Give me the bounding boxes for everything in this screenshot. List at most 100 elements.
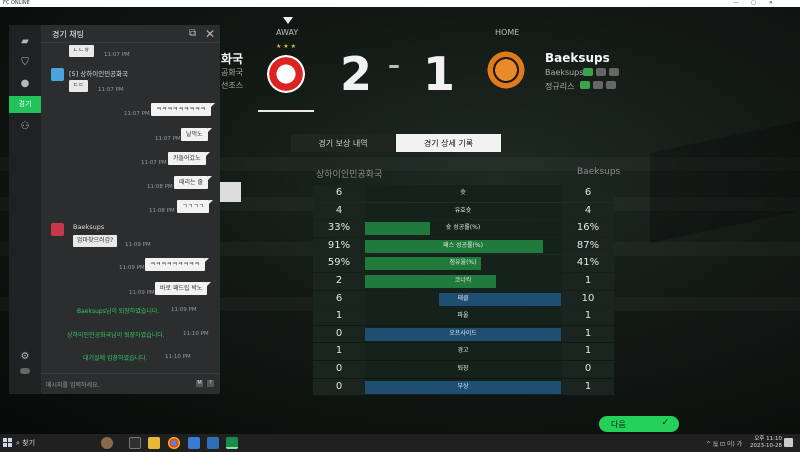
sidebar-item-match[interactable]: 경기 bbox=[9, 96, 41, 113]
tab-match-rewards[interactable]: 경기 보상 내역 bbox=[291, 134, 395, 152]
home-badge-icon bbox=[609, 68, 619, 76]
stat-row: 6 태클 10 bbox=[313, 290, 614, 308]
home-badge-icon bbox=[580, 81, 590, 89]
system-tray[interactable]: ^ 🖫 ⊡ 이) 가 bbox=[706, 439, 742, 450]
stat-row: 59% 점유율(%) 41% bbox=[313, 255, 614, 272]
fc-online-taskbar-icon[interactable] bbox=[226, 437, 238, 449]
edge-icon[interactable] bbox=[188, 437, 200, 449]
chat-header: 경기 채팅 ⧉ ✕ bbox=[41, 25, 220, 43]
chat-message: ㅋㅋㅋㅋㅋㅋㅋㅋㅋ bbox=[145, 258, 209, 271]
chat-message: ㄱㄱㄱㄱ bbox=[177, 200, 214, 213]
chat-time: 11:07 PM bbox=[141, 160, 167, 166]
home-label: HOME bbox=[495, 28, 520, 37]
taskbar-search[interactable]: ⌕ 찾기 bbox=[16, 438, 35, 448]
stat-row: 4 유효슛 4 bbox=[313, 202, 614, 220]
chat-time: 11:07 PM bbox=[124, 111, 150, 117]
stat-label: 경고 bbox=[457, 347, 469, 355]
stat-left-value: 6 bbox=[335, 292, 343, 304]
chat-message: ㅋㅋㅋㅋㅋㅋㅋㅋㅋ bbox=[151, 103, 215, 116]
away-stars: ★ ★ ★ bbox=[276, 43, 296, 50]
toggle-switch[interactable] bbox=[20, 368, 30, 374]
chat-time: 11:09 PM bbox=[119, 265, 145, 271]
user-icon[interactable]: ● bbox=[18, 78, 32, 90]
window-controls: —▢✕ bbox=[733, 0, 786, 6]
stat-right-value: 10 bbox=[581, 292, 595, 304]
stat-label: 유효슛 bbox=[454, 206, 472, 214]
stat-label: 파울 bbox=[457, 312, 469, 320]
home-team-name: Baeksups bbox=[545, 51, 610, 65]
stat-right-value: 16% bbox=[576, 222, 600, 234]
friends-icon[interactable]: ⚇ bbox=[18, 121, 32, 133]
stat-right-value: 1 bbox=[584, 345, 592, 357]
minimize-button[interactable]: — bbox=[733, 0, 751, 6]
stat-label: 퇴장 bbox=[457, 365, 469, 372]
stat-row: 33% 슛 성공률(%) 16% bbox=[313, 220, 614, 237]
stat-right-value: 41% bbox=[576, 257, 600, 269]
check-icon: ✓ bbox=[661, 418, 669, 428]
stat-left-value: 59% bbox=[327, 257, 351, 269]
stat-row: 0 부상 1 bbox=[313, 378, 614, 396]
stat-row: 6 슛 6 bbox=[313, 185, 614, 202]
chat-bubble-icon[interactable]: ▰ bbox=[18, 36, 32, 48]
stat-row: 1 파울 1 bbox=[313, 308, 614, 325]
chat-input-placeholder: 메시지를 입력하세요. bbox=[46, 382, 100, 389]
next-button[interactable]: 다음 ✓ bbox=[599, 416, 679, 432]
close-window-button[interactable]: ✕ bbox=[769, 0, 786, 6]
system-message: 대기실에 입장하였습니다. bbox=[83, 355, 148, 362]
stat-right-value: 1 bbox=[584, 380, 592, 392]
home-badge-icon bbox=[606, 81, 616, 89]
clock-time: 오후 11:10 bbox=[754, 436, 782, 442]
popout-icon[interactable]: ⧉ bbox=[189, 28, 196, 39]
chat-nickname: Baeksups bbox=[73, 223, 105, 231]
stat-label: 오프사이드 bbox=[449, 329, 477, 337]
away-team-sub: 공화국 bbox=[221, 68, 244, 77]
chat-message: 때리는 줄 bbox=[174, 176, 212, 189]
chat-title: 경기 채팅 bbox=[52, 30, 84, 39]
stat-left-value: 6 bbox=[335, 187, 343, 198]
windows-taskbar: ⌕ 찾기 ^ 🖫 ⊡ 이) 가 오후 11:10 2023-10-28 bbox=[0, 434, 800, 452]
stat-left-value: 33% bbox=[327, 222, 351, 234]
windows-start-icon[interactable] bbox=[3, 438, 12, 447]
help-icon[interactable]: ? bbox=[207, 380, 214, 387]
stat-label: 부상 bbox=[457, 382, 469, 390]
chat-time: 11:07 PM bbox=[98, 87, 124, 93]
chat-time: 11:10 PM bbox=[165, 354, 191, 360]
match-chat-panel: ▰ ⛉ ● 경기 ⚇ ⚙ 경기 채팅 ⧉ ✕ ㄴㄴㅎ 11:07 PM [5] … bbox=[9, 25, 220, 394]
close-icon[interactable]: ✕ bbox=[205, 27, 215, 41]
chat-messages: ㄴㄴㅎ 11:07 PM [5] 상하이인민공화국 ㄷㄷ 11:07 PM ㅋㅋ… bbox=[41, 43, 220, 373]
notification-icon[interactable] bbox=[784, 438, 793, 447]
away-team-name: 화국 bbox=[221, 52, 244, 66]
file-explorer-icon[interactable] bbox=[148, 437, 160, 449]
shield-icon[interactable]: ⛉ bbox=[18, 57, 32, 69]
chat-message: 카들어갔노 bbox=[168, 152, 210, 165]
chat-message: ㄴㄴㅎ bbox=[69, 45, 94, 57]
stats-right-team: Baeksups bbox=[577, 167, 621, 177]
tab-match-details[interactable]: 경기 상세 기록 bbox=[396, 134, 501, 152]
app-icon[interactable] bbox=[207, 437, 219, 449]
task-view-icon[interactable] bbox=[129, 437, 141, 449]
stat-right-value: 0 bbox=[584, 363, 592, 374]
stat-label: 코너킥 bbox=[454, 277, 472, 284]
system-message: Baeksups님이 퇴장하였습니다. bbox=[77, 308, 160, 315]
stat-right-value: 1 bbox=[584, 327, 592, 339]
maximize-button[interactable]: ▢ bbox=[751, 0, 769, 6]
stat-right-value: 4 bbox=[584, 204, 592, 216]
chat-message: ㄷㄷ bbox=[69, 80, 89, 92]
taskbar-clock[interactable]: 오후 11:10 2023-10-28 bbox=[750, 436, 782, 450]
chat-time: 11:10 PM bbox=[183, 331, 209, 337]
stat-left-value: 0 bbox=[335, 363, 343, 374]
macro-icon[interactable]: M bbox=[196, 380, 203, 387]
benfica-crest-icon bbox=[267, 55, 305, 93]
gear-icon[interactable]: ⚙ bbox=[18, 351, 32, 363]
stat-label: 태클 bbox=[457, 294, 469, 302]
chat-input[interactable]: 메시지를 입력하세요. M ? bbox=[41, 373, 220, 394]
avatar-icon[interactable] bbox=[101, 437, 113, 449]
home-team-league: 정규리스 bbox=[545, 82, 575, 91]
avatar bbox=[51, 68, 64, 81]
avatar bbox=[51, 223, 64, 236]
chrome-icon[interactable] bbox=[168, 437, 180, 449]
chat-sidebar: ▰ ⛉ ● 경기 ⚇ ⚙ bbox=[9, 25, 41, 394]
stat-label: 패스 성공률(%) bbox=[443, 241, 483, 249]
stat-row: 0 퇴장 0 bbox=[313, 361, 614, 378]
chat-message: 날먹노 bbox=[181, 128, 212, 141]
